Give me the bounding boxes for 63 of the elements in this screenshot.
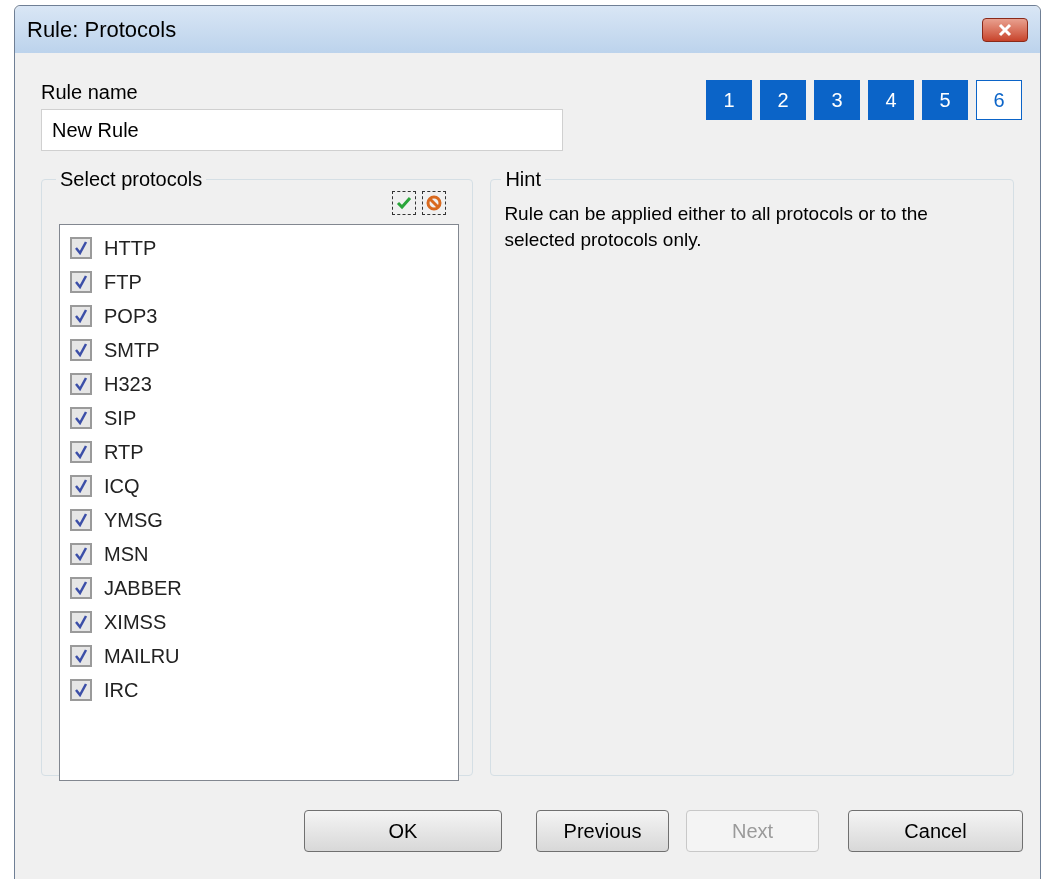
checkbox[interactable] <box>70 509 92 531</box>
protocol-label: JABBER <box>104 576 182 601</box>
step-tab[interactable]: 1 <box>706 80 752 120</box>
checkbox[interactable] <box>70 543 92 565</box>
check-all-button[interactable] <box>392 191 417 215</box>
protocol-label: ICQ <box>104 474 140 499</box>
checkmark-icon <box>74 275 88 289</box>
step-tab[interactable]: 6 <box>976 80 1022 120</box>
checkbox[interactable] <box>70 407 92 429</box>
checkmark-icon <box>74 547 88 561</box>
checkbox[interactable] <box>70 475 92 497</box>
protocol-label: FTP <box>104 270 142 295</box>
group-title: Select protocols <box>59 167 204 191</box>
checkbox[interactable] <box>70 237 92 259</box>
protocol-label: HTTP <box>104 236 157 261</box>
protocol-label: IRC <box>104 678 139 703</box>
checkmark-icon <box>74 377 88 391</box>
checkbox[interactable] <box>70 611 92 633</box>
window-title: Rule: Protocols <box>27 16 177 44</box>
checkmark-icon <box>74 445 88 459</box>
protocol-label: H323 <box>104 372 152 397</box>
checkbox[interactable] <box>70 577 92 599</box>
checkmark-icon <box>74 615 88 629</box>
checkmark-icon <box>74 343 88 357</box>
protocol-label: RTP <box>104 440 144 465</box>
protocol-label: POP3 <box>104 304 158 329</box>
group-title: Hint <box>504 167 542 191</box>
uncheck-all-button[interactable] <box>422 191 447 215</box>
hint-text: Rule can be applied either to all protocols or to the selected protocols only. <box>504 202 929 252</box>
step-tab[interactable]: 2 <box>760 80 806 120</box>
close-button[interactable] <box>982 17 1028 42</box>
field-label: Rule name <box>41 80 139 105</box>
dialog-button[interactable]: OK <box>304 810 502 852</box>
prohibited-icon <box>426 195 443 211</box>
checkmark-icon <box>74 309 88 323</box>
checkbox[interactable] <box>70 679 92 701</box>
checkmark-icon <box>74 649 88 663</box>
checkmark-icon <box>74 513 88 527</box>
rule-name-field[interactable]: New Rule <box>41 109 563 151</box>
protocol-label: YMSG <box>104 508 163 533</box>
check-icon <box>396 196 413 210</box>
dialog-button[interactable]: Cancel <box>848 810 1023 852</box>
checkbox[interactable] <box>70 271 92 293</box>
checkmark-icon <box>74 241 88 255</box>
protocol-label: SMTP <box>104 338 160 363</box>
checkbox[interactable] <box>70 305 92 327</box>
checkbox[interactable] <box>70 339 92 361</box>
step-tab[interactable]: 4 <box>868 80 914 120</box>
step-tab[interactable]: 3 <box>814 80 860 120</box>
protocol-label: MSN <box>104 542 149 567</box>
protocol-label: MAILRU <box>104 644 180 669</box>
checkmark-icon <box>74 581 88 595</box>
protocol-label: XIMSS <box>104 610 167 635</box>
dialog-button[interactable]: Previous <box>536 810 669 852</box>
close-icon <box>997 22 1013 37</box>
checkmark-icon <box>74 411 88 425</box>
protocol-label: SIP <box>104 406 137 431</box>
checkbox[interactable] <box>70 441 92 463</box>
checkmark-icon <box>74 479 88 493</box>
checkmark-icon <box>74 683 88 697</box>
checkbox[interactable] <box>70 645 92 667</box>
checkbox[interactable] <box>70 373 92 395</box>
step-tab[interactable]: 5 <box>922 80 968 120</box>
